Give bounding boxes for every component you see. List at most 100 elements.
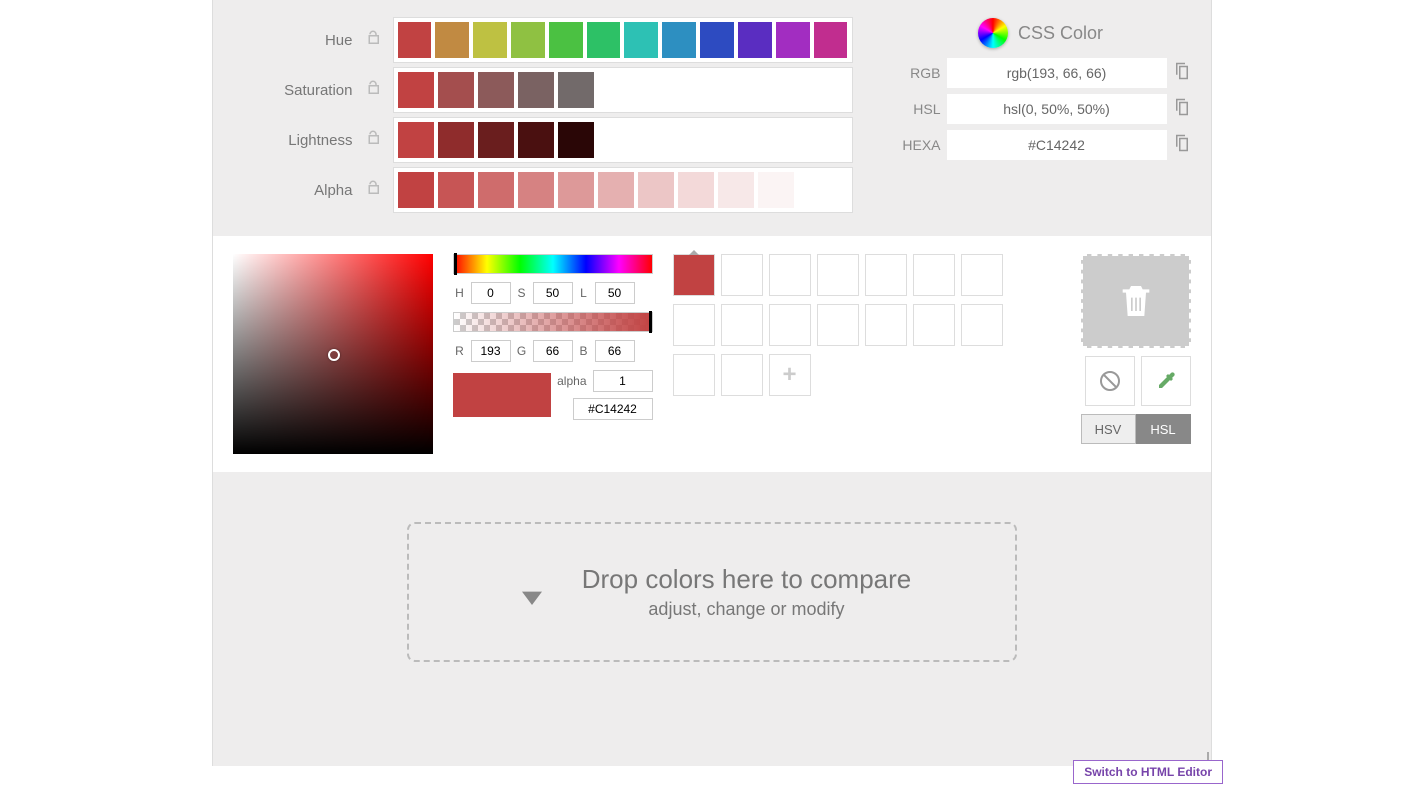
rgb-value[interactable]: rgb(193, 66, 66) <box>947 58 1167 88</box>
saturation-swatches[interactable] <box>393 67 853 113</box>
swatch[interactable] <box>814 22 848 58</box>
h-input[interactable] <box>471 282 511 304</box>
palette-swatch[interactable] <box>673 354 715 396</box>
palette-swatch[interactable] <box>817 304 859 346</box>
h-label: H <box>453 286 467 300</box>
lightness-swatches[interactable] <box>393 117 853 163</box>
swatch[interactable] <box>558 122 594 158</box>
trash-icon <box>1116 281 1156 321</box>
swatch[interactable] <box>398 122 434 158</box>
swatch[interactable] <box>438 172 474 208</box>
hue-slider[interactable] <box>453 254 653 274</box>
swatch[interactable] <box>558 172 594 208</box>
add-swatch-button[interactable]: + <box>769 354 811 396</box>
alpha-lock[interactable] <box>353 179 393 202</box>
switch-editor-button[interactable]: Switch to HTML Editor <box>1073 760 1223 784</box>
hsl-label: HSL <box>891 101 941 117</box>
hsl-value[interactable]: hsl(0, 50%, 50%) <box>947 94 1167 124</box>
swatch[interactable] <box>558 72 594 108</box>
hsv-mode-button[interactable]: HSV <box>1081 414 1136 444</box>
copy-rgb-button[interactable] <box>1173 62 1191 85</box>
s-label: S <box>515 286 529 300</box>
plus-icon: + <box>782 361 796 389</box>
alpha-row: Alpha <box>233 168 871 212</box>
palette-swatch[interactable] <box>769 254 811 296</box>
drop-arrow <box>512 570 552 615</box>
palette-swatch[interactable] <box>865 304 907 346</box>
palette-swatch[interactable] <box>721 254 763 296</box>
r-input[interactable] <box>471 340 511 362</box>
palette-swatch[interactable] <box>913 304 955 346</box>
hue-lock[interactable] <box>353 29 393 52</box>
swatch[interactable] <box>518 172 554 208</box>
alpha-swatches[interactable] <box>393 167 853 213</box>
swatch[interactable] <box>700 22 734 58</box>
swatch[interactable] <box>738 22 772 58</box>
palette-swatch[interactable] <box>961 304 1003 346</box>
swatch[interactable] <box>511 22 545 58</box>
alpha-slider[interactable] <box>453 312 653 332</box>
compare-dropzone[interactable]: Drop colors here to compare adjust, chan… <box>407 522 1017 662</box>
swatch[interactable] <box>478 122 514 158</box>
hexa-value[interactable]: #C14242 <box>947 130 1167 160</box>
swatch[interactable] <box>718 172 754 208</box>
palette-swatch[interactable] <box>913 254 955 296</box>
palette-swatch[interactable] <box>865 254 907 296</box>
palette-swatch[interactable] <box>721 304 763 346</box>
color-canvas[interactable] <box>233 254 433 454</box>
alpha-input[interactable] <box>593 370 653 392</box>
hex-input[interactable] <box>573 398 653 420</box>
swatch[interactable] <box>638 172 674 208</box>
palette-swatch[interactable] <box>769 304 811 346</box>
swatch[interactable] <box>473 22 507 58</box>
copy-hexa-button[interactable] <box>1173 134 1191 157</box>
swatch[interactable] <box>478 172 514 208</box>
copy-icon <box>1173 134 1191 152</box>
swatch[interactable] <box>398 22 432 58</box>
b-label: B <box>577 344 591 358</box>
palette-swatch[interactable] <box>961 254 1003 296</box>
swatch[interactable] <box>478 72 514 108</box>
saturation-lock[interactable] <box>353 79 393 102</box>
swatch[interactable] <box>438 72 474 108</box>
s-input[interactable] <box>533 282 573 304</box>
swatch[interactable] <box>518 122 554 158</box>
palette-swatch[interactable] <box>673 304 715 346</box>
lock-open-icon <box>364 79 382 97</box>
g-input[interactable] <box>533 340 573 362</box>
palette-swatch-1[interactable] <box>673 254 715 296</box>
swatch[interactable] <box>438 122 474 158</box>
swatch[interactable] <box>587 22 621 58</box>
swatch[interactable] <box>624 22 658 58</box>
swatch[interactable] <box>776 22 810 58</box>
copy-hsl-button[interactable] <box>1173 98 1191 121</box>
swatch[interactable] <box>678 172 714 208</box>
trash-dropzone[interactable] <box>1081 254 1191 348</box>
palette-swatch[interactable] <box>721 354 763 396</box>
drop-sub: adjust, change or modify <box>582 599 911 620</box>
no-entry-icon <box>1098 369 1122 393</box>
hue-swatches[interactable] <box>393 17 853 63</box>
preview-row: alpha <box>453 370 653 420</box>
swatch[interactable] <box>549 22 583 58</box>
b-input[interactable] <box>595 340 635 362</box>
swatch[interactable] <box>398 72 434 108</box>
palette-swatch[interactable] <box>817 254 859 296</box>
swatch[interactable] <box>758 172 794 208</box>
clear-button[interactable] <box>1085 356 1135 406</box>
swatch[interactable] <box>435 22 469 58</box>
l-input[interactable] <box>595 282 635 304</box>
lightness-label: Lightness <box>233 132 353 149</box>
swatch[interactable] <box>598 172 634 208</box>
swatch[interactable] <box>662 22 696 58</box>
swatch[interactable] <box>518 72 554 108</box>
swatch[interactable] <box>398 172 434 208</box>
hsl-row: HSL hsl(0, 50%, 50%) <box>891 94 1191 124</box>
eyedropper-button[interactable] <box>1141 356 1191 406</box>
copy-icon <box>1173 62 1191 80</box>
picker-controls: H S L R G B alpha <box>453 254 653 420</box>
drop-text: Drop colors here to compare adjust, chan… <box>582 564 911 620</box>
canvas-cursor[interactable] <box>328 349 340 361</box>
hsl-mode-button[interactable]: HSL <box>1136 414 1191 444</box>
lightness-lock[interactable] <box>353 129 393 152</box>
